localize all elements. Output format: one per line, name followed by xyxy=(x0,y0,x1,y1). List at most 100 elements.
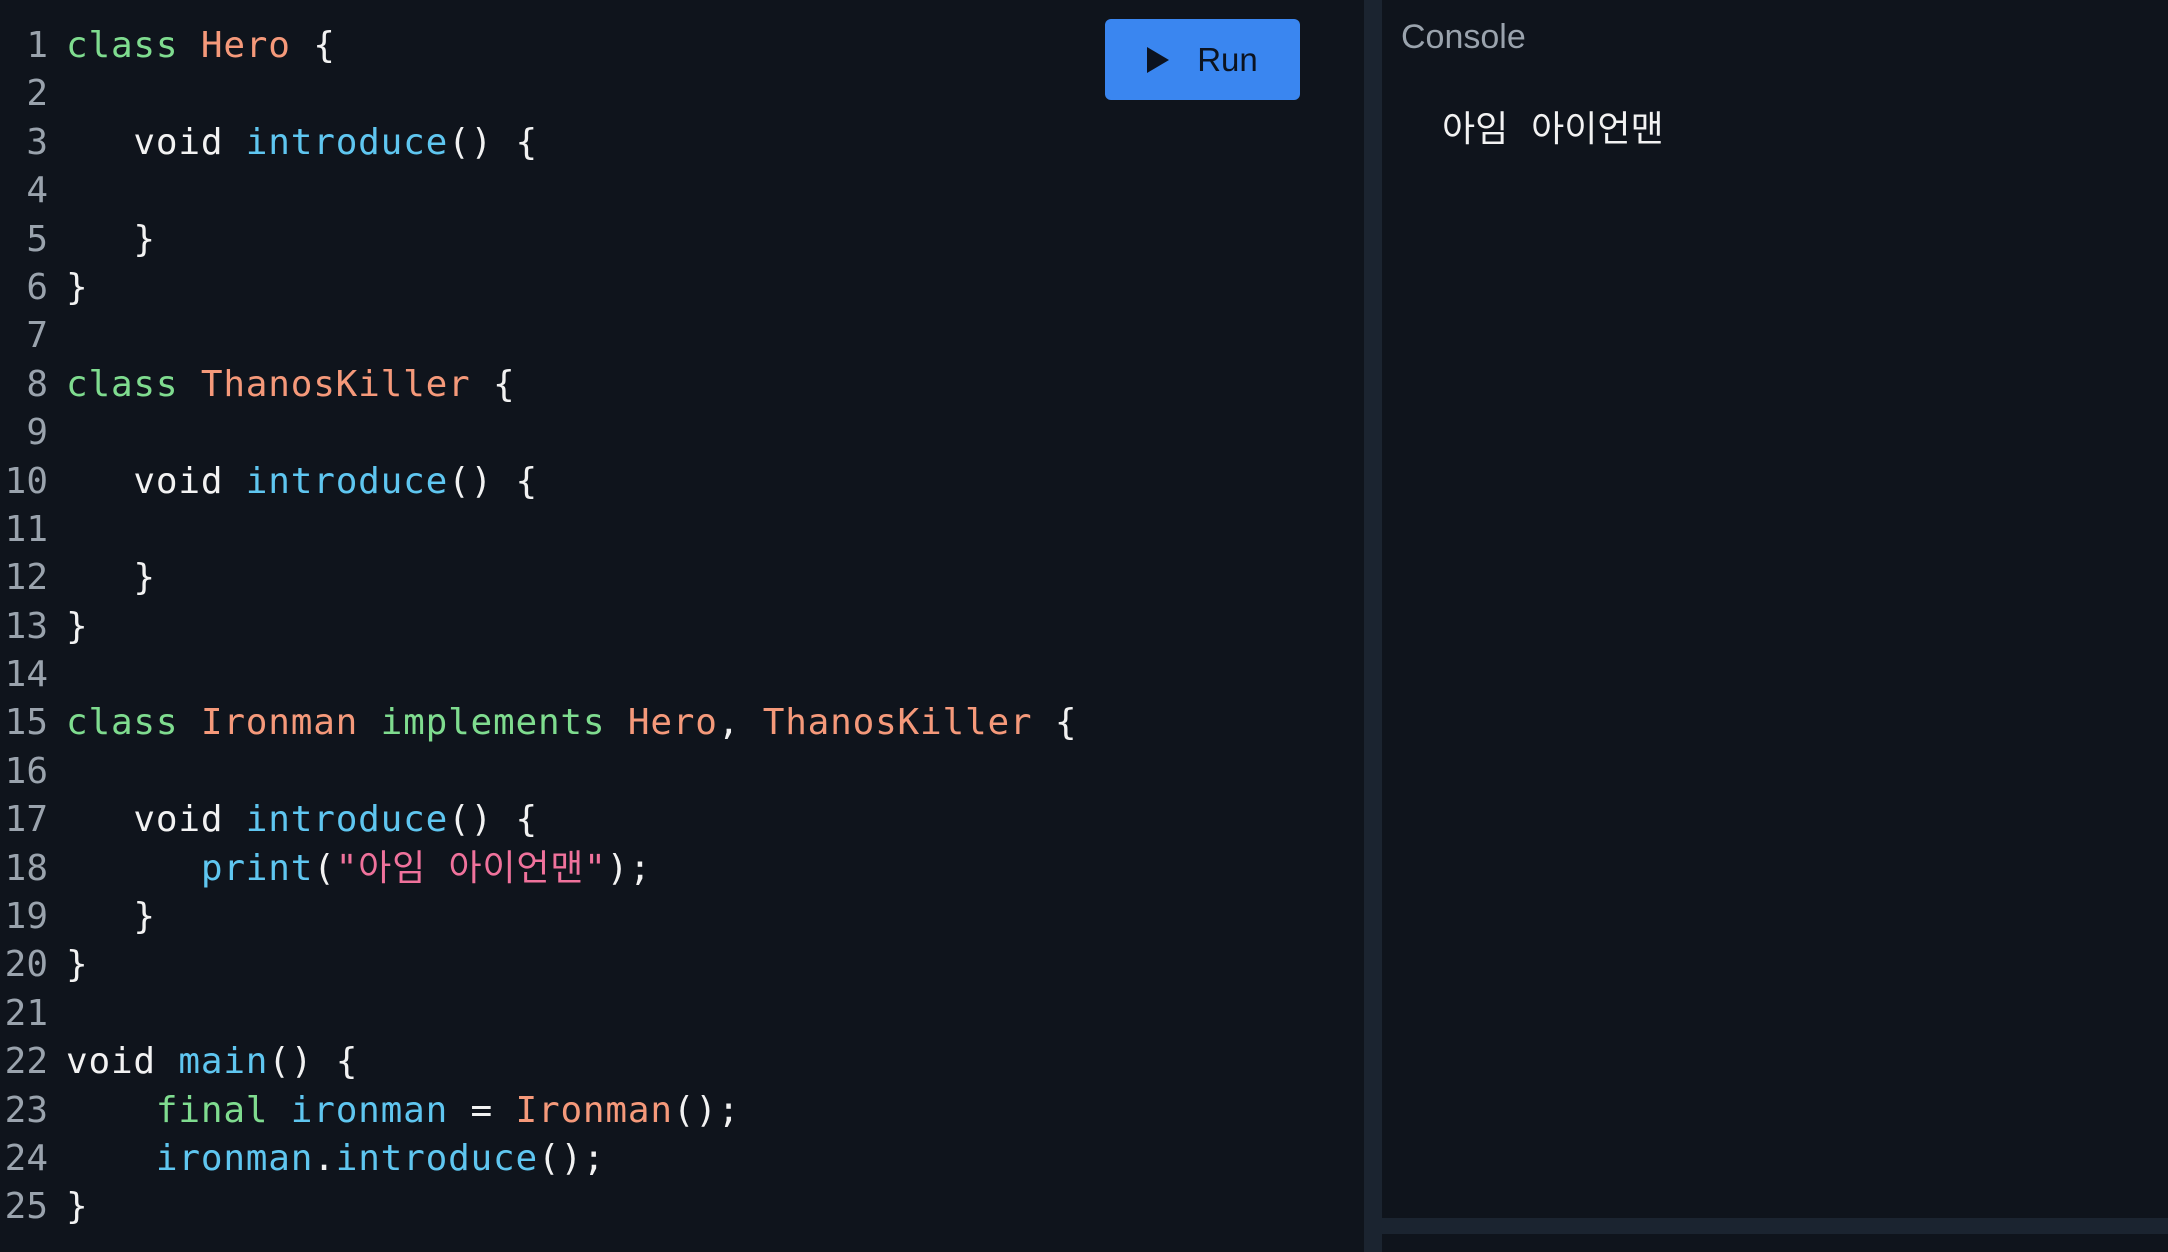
code-token: introduce xyxy=(245,121,449,163)
line-number: 5 xyxy=(26,218,48,260)
line-number: 20 xyxy=(4,944,48,986)
code-line[interactable]: 25} xyxy=(0,1183,1364,1231)
line-number: 22 xyxy=(4,1041,48,1083)
line-source: } xyxy=(66,893,156,941)
code-line[interactable]: 21 xyxy=(0,990,1364,1038)
code-line[interactable]: 5 } xyxy=(0,216,1364,264)
code-token: introduce xyxy=(245,460,449,502)
code-line[interactable]: 24 ironman.introduce(); xyxy=(0,1135,1364,1183)
line-source: ironman.introduce(); xyxy=(66,1135,605,1183)
line-number: 13 xyxy=(4,605,48,647)
line-source: class Hero { xyxy=(66,22,336,70)
line-source: void introduce() { xyxy=(66,796,538,844)
code-token: ironman xyxy=(290,1089,449,1131)
line-number: 8 xyxy=(26,363,48,405)
line-number: 24 xyxy=(4,1137,48,1179)
code-token: } xyxy=(66,605,89,647)
line-source: void introduce() { xyxy=(66,458,538,506)
code-token: introduce xyxy=(335,1137,538,1179)
line-number: 23 xyxy=(4,1089,48,1131)
code-line[interactable]: 11 xyxy=(0,506,1364,554)
code-token: = xyxy=(448,1089,516,1131)
line-source: } xyxy=(66,603,88,651)
code-token: { xyxy=(290,25,336,66)
code-token: Ironman xyxy=(200,702,359,744)
line-number: 11 xyxy=(4,508,48,550)
line-number: 10 xyxy=(4,460,48,502)
panel-divider[interactable] xyxy=(1364,0,1382,1252)
code-line[interactable]: 3 void introduce() { xyxy=(0,119,1364,167)
code-lines: 1 class Hero {2 3 void introduce() {4 5 } 6}… xyxy=(0,22,1364,1232)
code-line[interactable]: 14 xyxy=(0,651,1364,699)
code-token: () { xyxy=(268,1041,359,1083)
code-token: void xyxy=(66,799,246,841)
line-number: 18 xyxy=(4,847,48,889)
code-line[interactable]: 15 class Ironman implements Hero, ThanosK… xyxy=(0,699,1364,747)
line-number: 15 xyxy=(4,702,48,744)
code-token: ( xyxy=(313,847,336,889)
code-token: class xyxy=(66,702,201,744)
line-number: 4 xyxy=(26,170,48,212)
code-token: void xyxy=(66,1041,179,1083)
code-token: final xyxy=(155,1089,291,1131)
code-token: ThanosKiller xyxy=(200,363,471,405)
code-token: void xyxy=(66,121,246,163)
run-button-label: Run xyxy=(1197,40,1258,78)
code-token: ironman xyxy=(155,1137,314,1179)
line-source: void introduce() { xyxy=(66,119,538,167)
code-token: void xyxy=(66,460,246,502)
code-token: () { xyxy=(448,121,538,163)
console-scrollbar[interactable] xyxy=(1382,1218,2168,1234)
line-number: 2 xyxy=(26,73,48,115)
code-token: introduce xyxy=(245,799,449,841)
code-token: implements xyxy=(358,702,628,744)
code-token: (); xyxy=(672,1089,741,1131)
code-line[interactable]: 7 xyxy=(0,312,1364,360)
line-number: 3 xyxy=(26,121,48,163)
code-token: } xyxy=(66,266,89,308)
code-line[interactable]: 6} xyxy=(0,264,1364,312)
play-icon xyxy=(1147,46,1170,73)
code-line[interactable]: 10 void introduce() { xyxy=(0,458,1364,506)
code-line[interactable]: 8 class ThanosKiller { xyxy=(0,361,1364,409)
code-line[interactable]: 20} xyxy=(0,941,1364,989)
code-token: Ironman xyxy=(515,1089,673,1131)
code-token: () { xyxy=(448,460,538,502)
line-source: } xyxy=(66,264,88,312)
line-source: final ironman = Ironman(); xyxy=(66,1087,740,1135)
code-line[interactable]: 16 xyxy=(0,748,1364,796)
code-token: } xyxy=(66,218,156,260)
code-token: print xyxy=(200,847,314,889)
code-token: Hero xyxy=(627,702,718,744)
line-number: 19 xyxy=(4,896,48,938)
line-number: 6 xyxy=(26,266,48,308)
code-token: ThanosKiller xyxy=(762,702,1033,744)
line-number: 7 xyxy=(26,315,48,357)
code-token: , xyxy=(717,702,763,744)
line-number: 12 xyxy=(4,557,48,599)
line-number: 17 xyxy=(4,799,48,841)
code-line[interactable]: 12 } xyxy=(0,554,1364,602)
line-source: } xyxy=(66,216,156,264)
line-number: 14 xyxy=(4,654,48,696)
line-number: 21 xyxy=(4,992,48,1034)
code-token: class xyxy=(66,25,201,66)
code-token: { xyxy=(470,363,516,405)
code-token: } xyxy=(66,944,89,986)
code-line[interactable]: 17 void introduce() { xyxy=(0,796,1364,844)
code-line[interactable]: 22 void main() { xyxy=(0,1038,1364,1086)
code-editor[interactable]: 1 class Hero {2 3 void introduce() {4 5 } 6}… xyxy=(0,0,1364,1252)
code-line[interactable]: 19 } xyxy=(0,893,1364,941)
code-line[interactable]: 4 xyxy=(0,167,1364,215)
code-line[interactable]: 9 xyxy=(0,409,1364,457)
code-line[interactable]: 18 print("아임 아이언맨"); xyxy=(0,845,1364,893)
code-token: main xyxy=(178,1041,269,1083)
line-number: 1 xyxy=(26,25,48,66)
code-line[interactable]: 23 final ironman = Ironman(); xyxy=(0,1087,1364,1135)
line-source: } xyxy=(66,1183,88,1231)
code-line[interactable]: 13} xyxy=(0,603,1364,651)
run-button[interactable]: Run xyxy=(1105,19,1300,100)
line-source: class Ironman implements Hero, ThanosKil… xyxy=(66,699,1077,747)
